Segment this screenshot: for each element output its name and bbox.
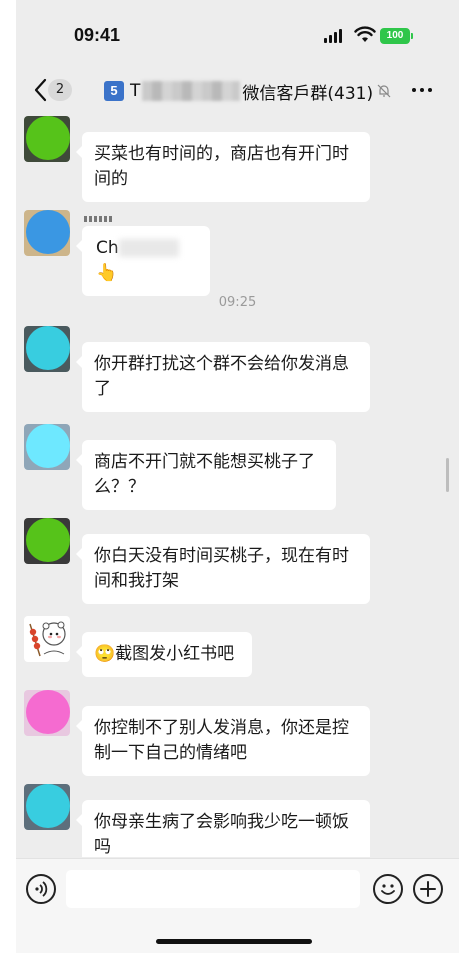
blurred-title-mask (142, 81, 241, 101)
chat-title[interactable]: 5 T 微信客戶群(431) (104, 78, 391, 104)
message-bubble[interactable]: 你母亲生病了会影响我少吃一顿饭吗 (76, 800, 370, 857)
message-bubble[interactable]: 你开群打扰这个群不会给你发消息了 (76, 342, 370, 412)
wifi-icon (354, 26, 376, 42)
eye-roll-emoji: 🙄 (94, 644, 116, 664)
message-input[interactable] (66, 870, 360, 908)
emoji-icon[interactable] (373, 874, 403, 904)
avatar-mask (26, 784, 70, 828)
message-bubble[interactable]: 你白天没有时间买桃子，现在有时间和我打架 (76, 534, 370, 604)
pointing-up-emoji: 👆 (96, 263, 118, 283)
message-bubble[interactable]: 🙄截图发小红书吧 (76, 632, 252, 677)
avatar-mask (26, 690, 70, 734)
avatar[interactable] (24, 116, 70, 162)
chat-area[interactable]: 买菜也有时间的，商店也有开门时间的 Ch 👆 09:25 你开群打扰这个群不会给你… (16, 112, 459, 857)
blurred-text-mask (118, 239, 179, 257)
scrollbar[interactable] (446, 458, 449, 492)
message-text: Ch (96, 238, 119, 258)
message-text: 截图发小红书吧 (115, 644, 235, 664)
home-indicator[interactable] (156, 939, 312, 944)
avatar-mask (26, 518, 70, 562)
avatar-mask (26, 210, 70, 254)
more-icon[interactable] (412, 88, 432, 92)
plus-icon[interactable] (413, 874, 443, 904)
phone-screen: 09:41 100 2 5 T 微信客戶群(431) 买菜也有时间的，商店也有开… (16, 0, 459, 953)
message-bubble[interactable]: 买菜也有时间的，商店也有开门时间的 (76, 132, 370, 202)
avatar-mask (26, 116, 70, 160)
title-suffix: 微信客戶群(431) (242, 83, 374, 104)
avatar[interactable] (24, 210, 70, 256)
battery-tip (411, 33, 413, 39)
avatar[interactable] (24, 518, 70, 564)
battery-icon: 100 (380, 28, 410, 44)
voice-icon[interactable] (26, 874, 56, 904)
avatar[interactable] (24, 690, 70, 736)
group-number-icon: 5 (104, 81, 124, 101)
signal-icon (324, 29, 342, 43)
input-bar (16, 858, 459, 953)
message-bubble[interactable]: Ch 👆 (76, 226, 210, 296)
status-time: 09:41 (74, 25, 121, 45)
message-bubble[interactable]: 你控制不了别人发消息，你还是控制一下自己的情绪吧 (76, 706, 370, 776)
cartoon-bear-avatar[interactable] (24, 616, 70, 662)
unread-badge[interactable]: 2 (48, 79, 72, 101)
message-bubble[interactable]: 商店不开门就不能想买桃子了么？？ (76, 440, 336, 510)
avatar-mask (26, 424, 70, 468)
mute-bell-icon (377, 84, 391, 98)
timestamp: 09:25 (218, 295, 257, 310)
title-prefix: T (130, 81, 141, 101)
sender-name (84, 216, 114, 222)
bear-icon (29, 621, 66, 657)
avatar[interactable] (24, 326, 70, 372)
avatar-mask (26, 326, 70, 370)
avatar[interactable] (24, 784, 70, 830)
avatar[interactable] (24, 424, 70, 470)
